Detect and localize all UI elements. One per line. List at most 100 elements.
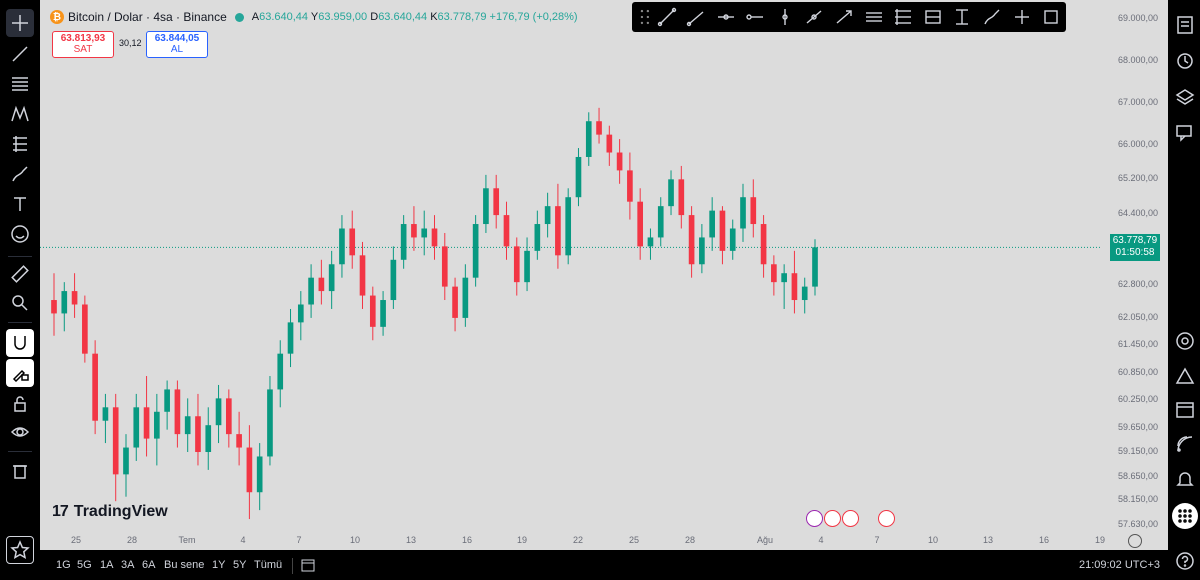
candle-body bbox=[647, 237, 654, 247]
price-range-icon[interactable] bbox=[948, 4, 978, 30]
candle bbox=[61, 282, 68, 332]
drag-handle-icon[interactable] bbox=[638, 7, 652, 27]
range-ytd[interactable]: Bu sene bbox=[164, 559, 204, 571]
trash-icon[interactable] bbox=[6, 457, 34, 485]
settings-gear-icon[interactable] bbox=[1128, 534, 1142, 548]
crosshair-icon[interactable] bbox=[6, 9, 34, 37]
chat-icon[interactable] bbox=[1172, 120, 1198, 146]
range-5d[interactable]: 5G bbox=[77, 559, 92, 571]
tradingview-logo[interactable]: 17 TradingView bbox=[52, 503, 168, 521]
event-lightning-icon[interactable] bbox=[806, 510, 823, 527]
star-icon[interactable] bbox=[6, 536, 34, 564]
candle bbox=[112, 393, 119, 502]
apps-grid-icon[interactable] bbox=[1172, 503, 1198, 529]
ideas-icon[interactable] bbox=[1172, 363, 1198, 389]
trend-line-icon[interactable] bbox=[652, 4, 682, 30]
calendar-icon[interactable] bbox=[1172, 396, 1198, 422]
range-1y[interactable]: 1Y bbox=[212, 559, 225, 571]
vertical-line-icon[interactable] bbox=[770, 4, 800, 30]
horizontal-line-icon[interactable] bbox=[741, 4, 771, 30]
candle bbox=[225, 389, 232, 448]
help-icon[interactable] bbox=[1172, 548, 1198, 574]
text-icon[interactable] bbox=[6, 190, 34, 218]
cross-line-icon[interactable] bbox=[800, 4, 830, 30]
candle-body bbox=[267, 389, 273, 457]
ohlc-values: A63.640,44 Y63.959,00 D63.640,44 K63.778… bbox=[251, 11, 578, 23]
price-axis[interactable]: 69.000,00 68.000,00 67.000,00 66.000,00 … bbox=[1100, 0, 1168, 550]
candle bbox=[380, 291, 386, 336]
event-flag-icon[interactable] bbox=[842, 510, 859, 527]
candle bbox=[699, 224, 705, 274]
news-icon[interactable] bbox=[1172, 431, 1198, 457]
drawing-toolbar bbox=[632, 2, 1066, 32]
watchlist-icon[interactable] bbox=[1172, 12, 1198, 38]
sell-label: SAT bbox=[73, 44, 93, 55]
crosshair-plus-icon[interactable] bbox=[1007, 4, 1037, 30]
horizontal-ray-icon[interactable] bbox=[711, 4, 741, 30]
trend-line-icon[interactable] bbox=[6, 40, 34, 68]
brush-icon[interactable] bbox=[6, 160, 34, 188]
event-flag-icon[interactable] bbox=[824, 510, 841, 527]
lock-draw-icon[interactable] bbox=[6, 359, 34, 387]
gann-icon[interactable] bbox=[918, 4, 948, 30]
range-all[interactable]: Tümü bbox=[254, 559, 282, 571]
time-axis[interactable]: 25 28 Tem 4 7 10 13 16 19 22 25 28 Ağu 4… bbox=[40, 532, 1105, 550]
arrow-icon[interactable] bbox=[829, 4, 859, 30]
candle bbox=[534, 210, 541, 260]
range-3m[interactable]: 3A bbox=[121, 559, 134, 571]
zoom-icon[interactable] bbox=[6, 289, 34, 317]
candle bbox=[369, 286, 376, 341]
magnet-icon[interactable] bbox=[6, 329, 34, 357]
candle-body bbox=[102, 407, 109, 421]
candle-body bbox=[812, 247, 818, 287]
forecast-icon[interactable] bbox=[6, 130, 34, 158]
layers-icon[interactable] bbox=[1172, 84, 1198, 110]
candle-body bbox=[750, 197, 757, 225]
market-open-dot bbox=[234, 12, 244, 22]
ruler-icon[interactable] bbox=[6, 260, 34, 288]
fib-icon[interactable] bbox=[6, 70, 34, 98]
candle bbox=[277, 340, 284, 408]
candle bbox=[575, 148, 582, 207]
candle bbox=[555, 183, 561, 269]
emoji-icon[interactable] bbox=[6, 220, 34, 248]
range-1d[interactable]: 1G bbox=[56, 559, 71, 571]
pattern-icon[interactable] bbox=[6, 100, 34, 128]
candle-body bbox=[513, 246, 520, 283]
notifications-icon[interactable] bbox=[1172, 466, 1198, 492]
event-flag-icon[interactable] bbox=[878, 510, 895, 527]
left-toolbar bbox=[0, 0, 40, 580]
price-label: 59.650,00 bbox=[1117, 422, 1158, 432]
target-icon[interactable] bbox=[1172, 328, 1198, 354]
time-tick: 13 bbox=[982, 535, 994, 545]
brush-icon[interactable] bbox=[977, 4, 1007, 30]
buy-button[interactable]: 63.844,05 AL bbox=[146, 31, 208, 58]
symbol-title[interactable]: Bitcoin / Dolar · 4sa · Binance bbox=[68, 10, 227, 24]
time-tick: 28 bbox=[126, 535, 138, 545]
fib-retracement-icon[interactable] bbox=[888, 4, 918, 30]
clock-timezone[interactable]: 21:09:02 UTC+3 bbox=[1079, 559, 1160, 571]
candle bbox=[164, 380, 170, 430]
candle-body bbox=[565, 197, 572, 256]
channel-icon[interactable] bbox=[859, 4, 889, 30]
lock-icon[interactable] bbox=[6, 390, 34, 418]
alerts-clock-icon[interactable] bbox=[1172, 48, 1198, 74]
ray-icon[interactable] bbox=[681, 4, 711, 30]
sell-button[interactable]: 63.813,93 SAT bbox=[52, 31, 114, 58]
candle-body bbox=[729, 228, 736, 251]
range-6m[interactable]: 6A bbox=[142, 559, 155, 571]
range-5y[interactable]: 5Y bbox=[233, 559, 246, 571]
candle-body bbox=[82, 304, 88, 354]
rectangle-icon[interactable] bbox=[1036, 4, 1066, 30]
candlestick-chart[interactable] bbox=[40, 0, 1100, 530]
candle-body bbox=[709, 210, 715, 238]
candle-body bbox=[411, 224, 417, 238]
eye-icon[interactable] bbox=[6, 418, 34, 446]
range-1m[interactable]: 1A bbox=[100, 559, 113, 571]
candle bbox=[616, 139, 623, 184]
calendar-goto-icon[interactable] bbox=[300, 557, 316, 573]
candle bbox=[421, 210, 428, 256]
candle-body bbox=[441, 246, 448, 287]
candle bbox=[565, 188, 572, 265]
candle bbox=[174, 380, 181, 448]
